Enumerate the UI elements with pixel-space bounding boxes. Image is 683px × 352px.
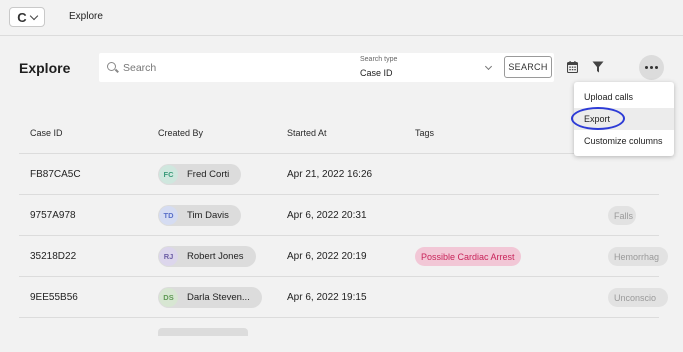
case-id-cell: 9EE55B56 — [30, 292, 78, 303]
page-title: Explore — [19, 60, 71, 76]
table-row[interactable]: FB87CA5C FC Fred Corti Apr 21, 2022 16:2… — [19, 154, 659, 195]
table-row[interactable]: 9757A978 TD Tim Davis Apr 6, 2022 20:31 … — [19, 195, 659, 236]
highlight-ring-annotation — [571, 107, 625, 130]
more-options-button[interactable] — [639, 55, 664, 80]
more-dot-icon — [650, 66, 653, 69]
user-name: Robert Jones — [187, 251, 244, 262]
app-logo-icon: C — [17, 9, 27, 25]
search-input[interactable] — [123, 58, 333, 77]
user-chip — [158, 328, 248, 336]
user-name: Tim Davis — [187, 210, 229, 221]
avatar: FC — [159, 165, 178, 184]
tag-badge: Unconscio — [608, 288, 668, 307]
chevron-down-icon — [29, 11, 38, 20]
case-id-cell: FB87CA5C — [30, 169, 81, 180]
column-header-case-id[interactable]: Case ID — [30, 128, 63, 138]
app-switcher-button[interactable]: C — [9, 7, 45, 27]
calendar-icon[interactable] — [567, 61, 578, 73]
search-bar: Search type Case ID — [99, 53, 554, 82]
table-row[interactable]: 35218D22 RJ Robert Jones Apr 6, 2022 20:… — [19, 236, 668, 277]
search-type-select[interactable]: Search type Case ID — [360, 56, 495, 80]
table-header: Case ID Created By Started At Tags — [19, 115, 659, 154]
avatar: TD — [159, 206, 178, 225]
user-chip: RJ Robert Jones — [158, 246, 256, 267]
top-bar: C Explore — [0, 0, 683, 36]
started-at-cell: Apr 6, 2022 19:15 — [287, 292, 367, 303]
user-chip: FC Fred Corti — [158, 164, 242, 185]
cases-table: Case ID Created By Started At Tags FB87C… — [19, 115, 668, 338]
top-bar-title: Explore — [69, 11, 103, 22]
column-header-started-at[interactable]: Started At — [287, 128, 327, 138]
search-button[interactable]: SEARCH — [504, 56, 552, 78]
column-header-tags[interactable]: Tags — [415, 128, 434, 138]
user-name: Fred Corti — [187, 169, 230, 180]
user-chip: TD Tim Davis — [158, 205, 241, 226]
avatar: DS — [159, 288, 178, 307]
avatar: RJ — [159, 247, 178, 266]
started-at-cell: Apr 21, 2022 16:26 — [287, 169, 373, 180]
case-id-cell: 35218D22 — [30, 251, 77, 262]
user-chip: DS Darla Steven... — [158, 287, 262, 308]
menu-item-upload-calls[interactable]: Upload calls — [574, 86, 674, 108]
case-id-cell: 9757A978 — [30, 210, 76, 221]
menu-item-customize-columns[interactable]: Customize columns — [574, 130, 674, 152]
tag-badge: Falls — [608, 206, 636, 225]
chevron-down-icon — [484, 62, 493, 71]
table-row[interactable]: 9EE55B56 DS Darla Steven... Apr 6, 2022 … — [19, 277, 668, 318]
more-dot-icon — [655, 66, 658, 69]
column-header-created-by[interactable]: Created By — [158, 128, 203, 138]
tag-badge: Hemorrhag — [608, 247, 668, 266]
filter-icon[interactable] — [592, 61, 604, 73]
user-name: Darla Steven... — [187, 292, 250, 303]
search-type-label: Search type — [360, 56, 398, 63]
table-row[interactable] — [19, 318, 659, 338]
more-dot-icon — [645, 66, 648, 69]
search-type-value: Case ID — [360, 68, 393, 78]
search-icon — [107, 62, 116, 71]
tag-badge: Possible Cardiac Arrest — [415, 247, 521, 266]
started-at-cell: Apr 6, 2022 20:31 — [287, 210, 367, 221]
started-at-cell: Apr 6, 2022 20:19 — [287, 251, 367, 262]
